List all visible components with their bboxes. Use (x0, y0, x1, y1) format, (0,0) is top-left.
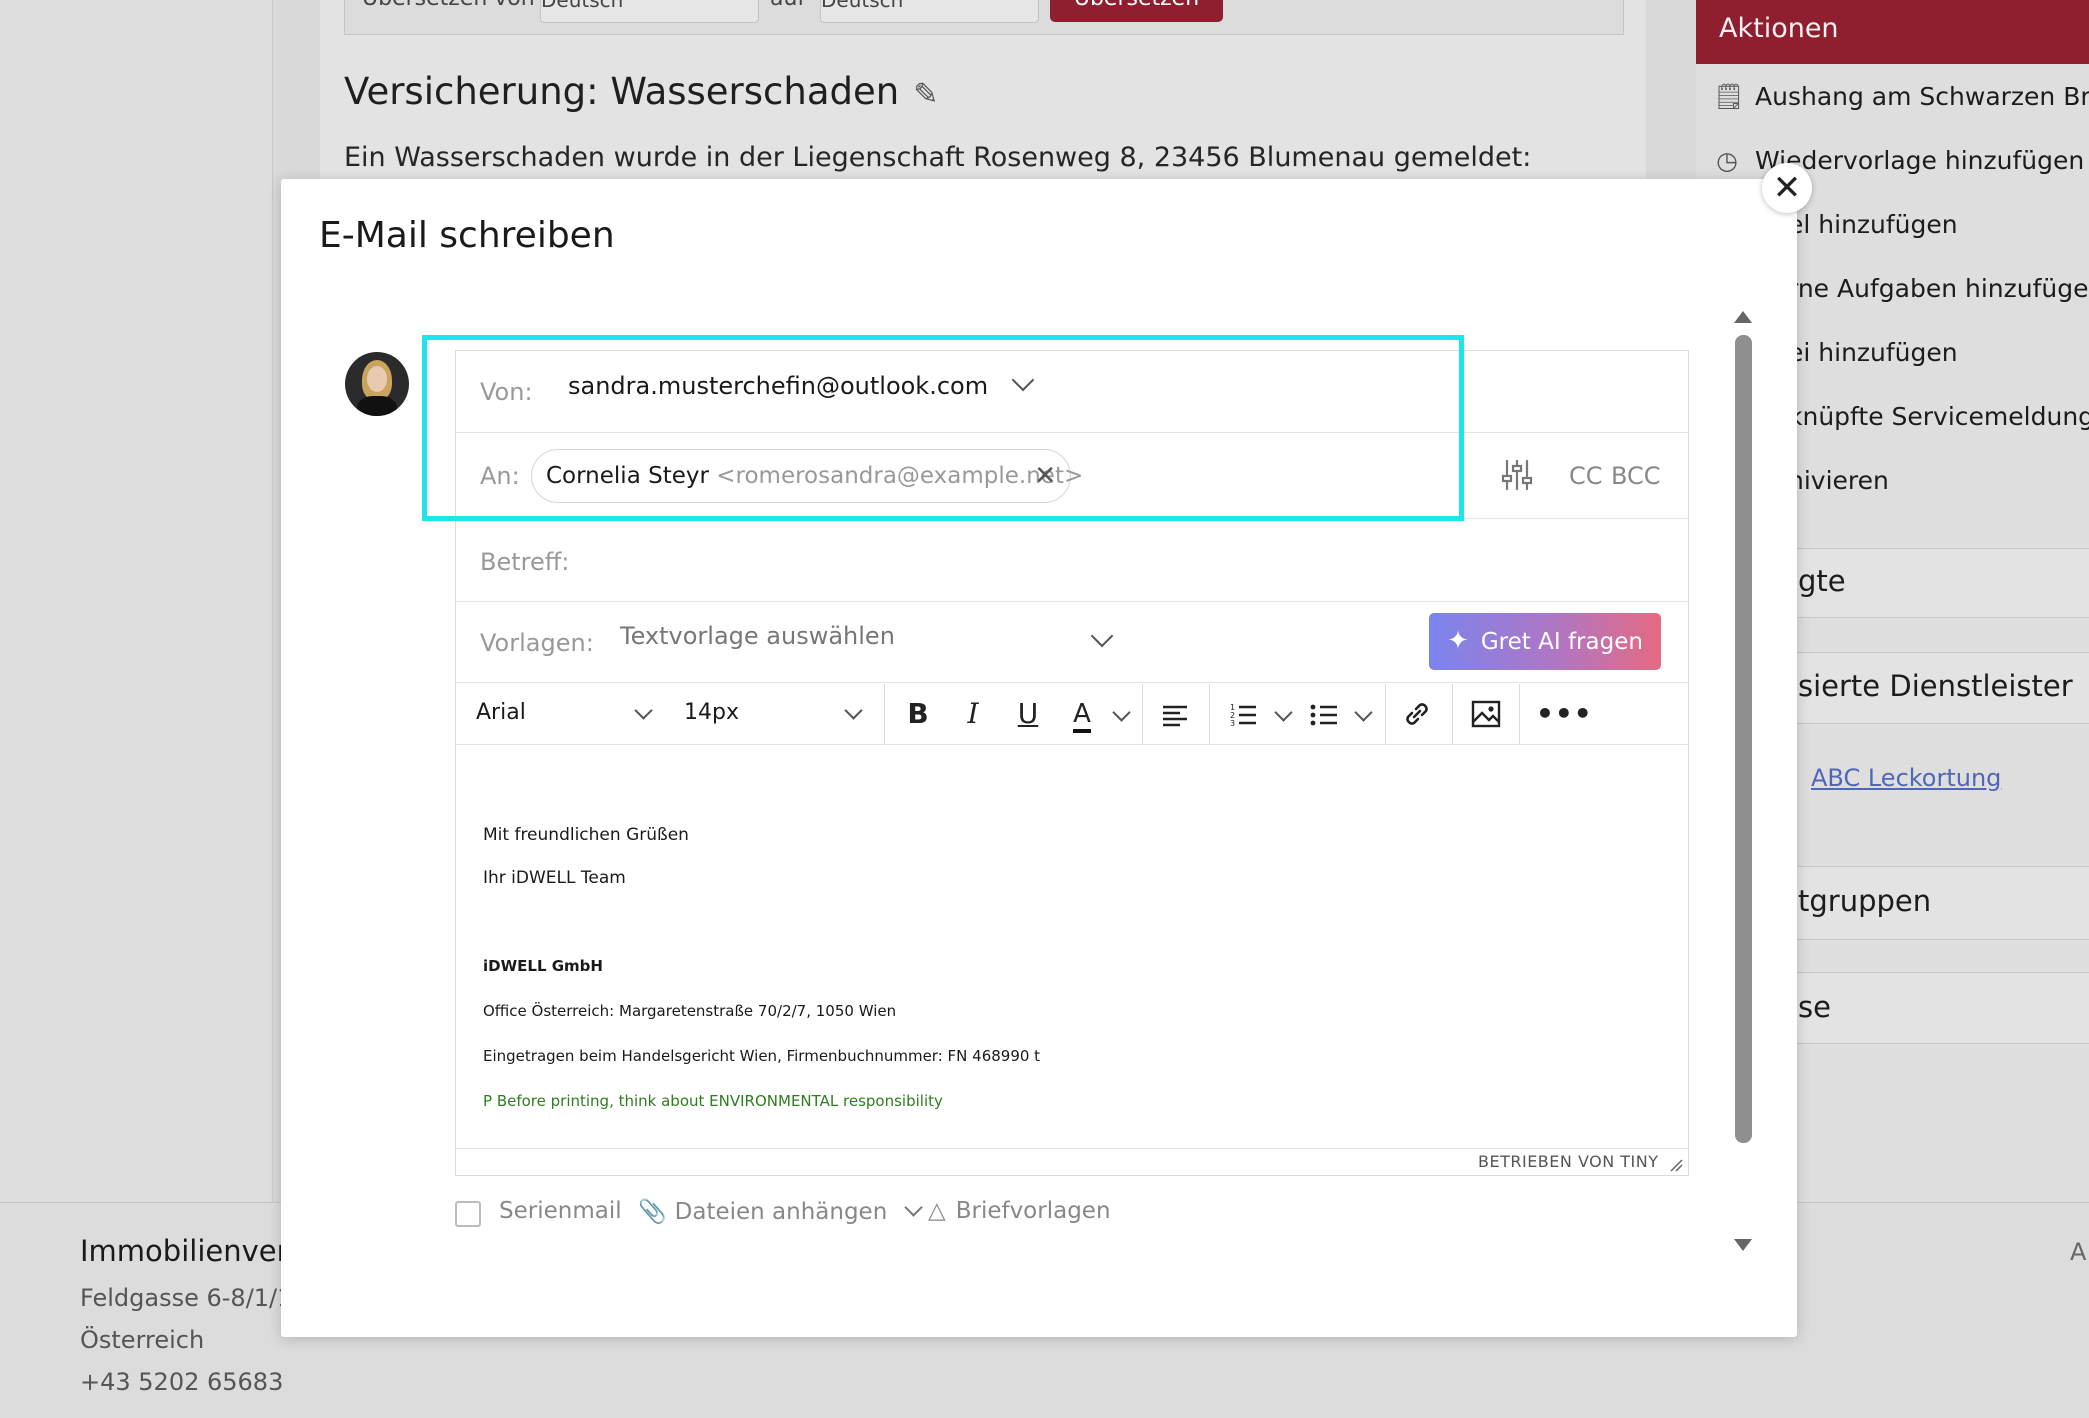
footer-country: Österreich (80, 1326, 205, 1354)
font-family-select[interactable]: Arial (476, 700, 660, 732)
action-item-3[interactable]: el hinzufügen (1788, 210, 1958, 239)
translate-to-select[interactable]: Deutsch (820, 0, 1039, 23)
company-name: iDWELL GmbH (483, 957, 603, 975)
actions-header: Aktionen (1696, 0, 2089, 64)
avatar (345, 352, 409, 416)
chevron-down-icon (844, 701, 863, 720)
scrollbar[interactable] (1735, 335, 1752, 1143)
section-label-2: sierte Dienstleister (1798, 669, 2073, 703)
link-icon[interactable] (1401, 698, 1433, 730)
left-sidebar (0, 0, 273, 1202)
italic-icon[interactable]: I (955, 696, 991, 732)
modal-title: E-Mail schreiben (319, 215, 615, 256)
sparkle-icon: ✦ (1447, 626, 1469, 656)
bullet-list-icon[interactable] (1309, 700, 1339, 730)
chevron-down-icon (1090, 624, 1114, 648)
translate-from-select[interactable]: Deutsch (540, 0, 759, 23)
footer-address: Feldgasse 6-8/1/10 (80, 1284, 308, 1312)
svg-text:3: 3 (1230, 719, 1235, 728)
action-item-7[interactable]: hivieren (1788, 466, 1889, 495)
page-subtitle: Ein Wasserschaden wurde in der Liegensch… (344, 142, 1532, 173)
notice-board-icon: 🗒 (1713, 82, 1745, 111)
serial-mail-label: Serienmail (499, 1198, 622, 1224)
clock-icon: ◷ (1716, 146, 1738, 175)
chevron-down-icon (903, 1198, 923, 1217)
section-label-3: tgruppen (1798, 884, 1932, 918)
letter-templates-button[interactable]: △ Briefvorlagen (928, 1198, 1111, 1224)
action-notice-board[interactable]: 🗒 Aushang am Schwarzen Brett (1713, 82, 2089, 112)
translate-button[interactable]: Übersetzen (1050, 0, 1223, 22)
register-info: Eingetragen beim Handelsgericht Wien, Fi… (483, 1047, 1041, 1065)
template-select[interactable]: Textvorlage auswählen (620, 622, 1116, 662)
email-body-editor[interactable] (456, 746, 1688, 1146)
cc-button[interactable]: CC (1569, 462, 1603, 490)
image-icon[interactable] (1470, 698, 1502, 730)
footer-phone: +43 5202 65683 (80, 1368, 284, 1396)
attach-files-button[interactable]: 📎 Dateien anhängen (638, 1198, 923, 1225)
sliders-icon[interactable] (1500, 458, 1534, 492)
subject-input[interactable] (580, 536, 1670, 586)
text-color-icon[interactable]: A (1064, 696, 1100, 733)
serial-mail-checkbox[interactable] (455, 1201, 481, 1227)
chevron-down-icon (634, 701, 653, 720)
powered-by-label: BETRIEBEN VON TINY (1478, 1152, 1659, 1171)
paperclip-icon: 📎 (638, 1199, 667, 1225)
font-size-select[interactable]: 14px (684, 700, 870, 732)
more-icon[interactable]: ••• (1536, 696, 1592, 732)
page-title: Versicherung: Wasserschaden ✎ (344, 70, 939, 113)
office-address: Office Österreich: Margaretenstraße 70/2… (483, 1002, 897, 1020)
translate-from-label: Übersetzen von (362, 0, 535, 11)
greeting-text: Mit freundlichen Grüßen (483, 825, 689, 845)
underline-icon[interactable]: U (1010, 696, 1046, 732)
numbered-list-icon[interactable]: 123 (1228, 700, 1258, 730)
footer-right-text: A (2070, 1238, 2087, 1266)
pencil-icon[interactable]: ✎ (913, 77, 938, 112)
bcc-button[interactable]: BCC (1611, 462, 1661, 490)
bold-icon[interactable]: B (900, 696, 936, 732)
templates-label: Vorlagen: (480, 629, 594, 657)
resize-handle-icon[interactable] (1669, 1157, 1683, 1172)
scroll-up-icon[interactable] (1734, 311, 1752, 323)
action-item-4[interactable]: rne Aufgaben hinzufügen (1788, 274, 2089, 303)
close-icon[interactable]: ✕ (1762, 163, 1812, 213)
action-item-6[interactable]: knüpfte Servicemeldung er (1788, 402, 2089, 431)
team-text: Ihr iDWELL Team (483, 868, 626, 888)
highlight-box (422, 335, 1464, 521)
align-left-icon[interactable] (1160, 700, 1190, 730)
eco-note: P Before printing, think about ENVIRONME… (483, 1092, 943, 1110)
ask-ai-button[interactable]: ✦ Gret AI fragen (1429, 613, 1661, 670)
section-label-4: se (1798, 990, 1831, 1024)
triangle-icon: △ (928, 1198, 946, 1224)
divider (456, 601, 1688, 602)
footer-title: Immobilienverw (80, 1234, 313, 1268)
divider (456, 744, 1688, 745)
translate-to-label: auf (770, 0, 805, 11)
subject-label: Betreff: (480, 548, 570, 576)
section-label-1: gte (1798, 564, 1846, 598)
service-provider-link[interactable]: ABC Leckortung (1811, 764, 2001, 792)
scroll-down-icon[interactable] (1734, 1239, 1752, 1251)
action-item-5[interactable]: ei hinzufügen (1788, 338, 1958, 367)
divider (456, 682, 1688, 683)
